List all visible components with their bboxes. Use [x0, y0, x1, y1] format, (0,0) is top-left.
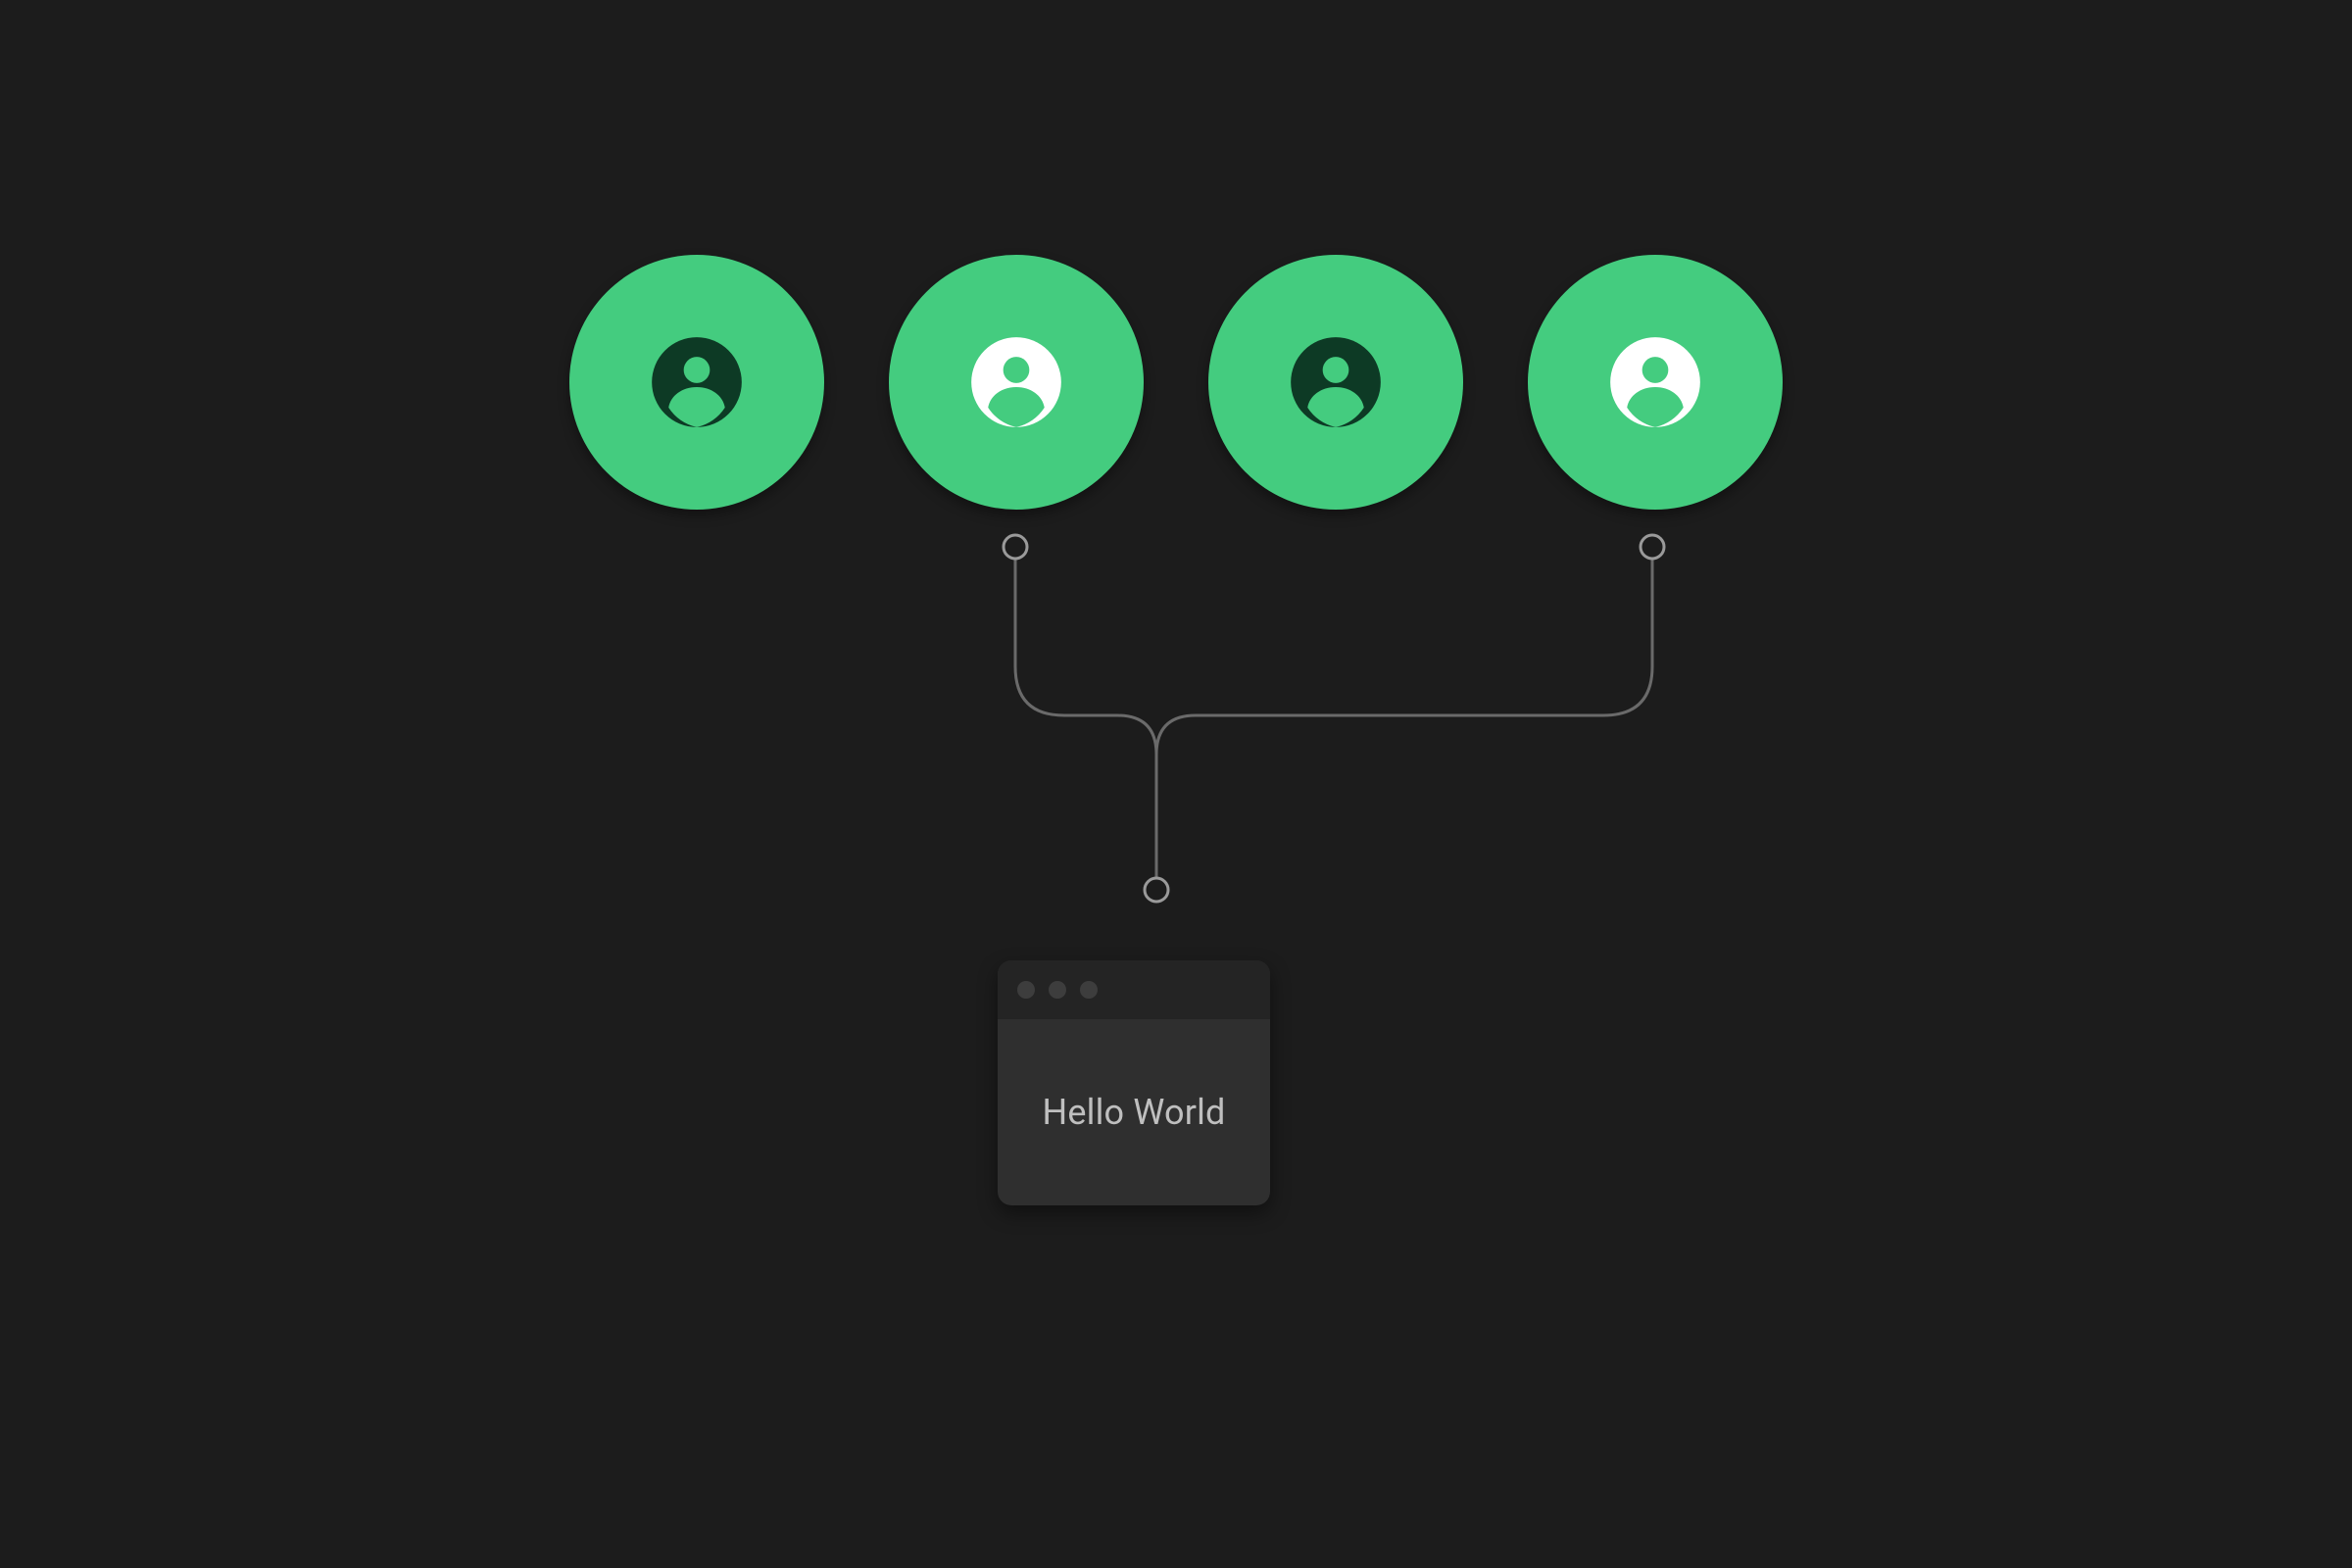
- person-icon: [967, 333, 1065, 431]
- traffic-light-dot: [1017, 981, 1035, 999]
- person-icon: [1287, 333, 1385, 431]
- avatar-node-3[interactable]: [1208, 255, 1463, 510]
- browser-window-node[interactable]: Hello World: [998, 960, 1270, 1205]
- window-body: Hello World: [998, 1019, 1270, 1205]
- person-icon: [1606, 333, 1704, 431]
- avatar-row: [0, 255, 2352, 510]
- traffic-light-dot: [1049, 981, 1066, 999]
- window-titlebar: [998, 960, 1270, 1019]
- window-content-text: Hello World: [1042, 1092, 1225, 1133]
- avatar-node-1[interactable]: [569, 255, 824, 510]
- diagram-canvas: Hello World: [0, 0, 2352, 1568]
- person-icon: [648, 333, 746, 431]
- traffic-light-dot: [1080, 981, 1098, 999]
- connector-lines: [0, 0, 2352, 1568]
- avatar-node-2[interactable]: [889, 255, 1144, 510]
- avatar-node-4[interactable]: [1528, 255, 1783, 510]
